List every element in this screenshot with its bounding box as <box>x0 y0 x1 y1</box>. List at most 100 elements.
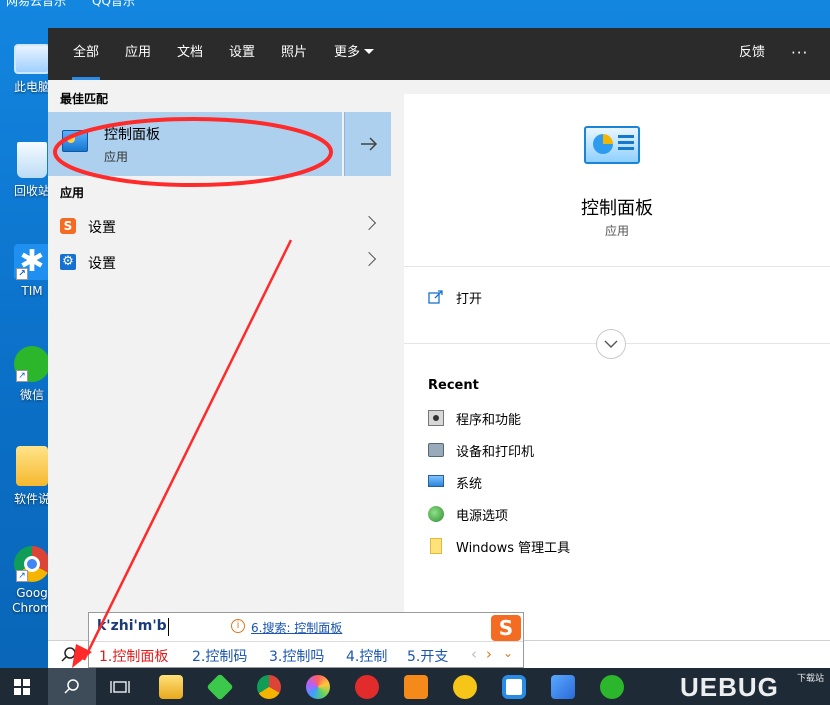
result-details-pane: 控制面板 应用 打开 Recent 程序和功能 设备和打印机 系统 电源选项 W… <box>404 94 830 668</box>
open-external-icon <box>428 290 443 304</box>
tab-settings[interactable]: 设置 <box>229 28 255 80</box>
ime-candidate-4[interactable]: 4.控制 <box>346 646 387 666</box>
chrome-icon: ↗ <box>14 546 50 582</box>
printer-icon <box>428 443 444 457</box>
tim-icon: ✱ ↗ <box>14 244 50 280</box>
more-options-button[interactable]: ··· <box>791 28 808 80</box>
recent-item[interactable]: 系统 <box>404 466 830 498</box>
programs-features-icon <box>428 410 444 426</box>
ime-prev-page-icon[interactable]: ‹ <box>471 645 477 663</box>
chrome-icon[interactable] <box>257 675 281 699</box>
desktop-icon-label: Goog Chrom <box>12 586 52 615</box>
recent-item-label: 设备和打印机 <box>456 445 535 460</box>
best-match-header: 最佳匹配 <box>60 92 109 106</box>
ime-search-hint[interactable]: 6.搜索: 控制面板 <box>251 619 342 636</box>
folder-icon <box>430 538 442 554</box>
info-icon: i <box>231 619 245 633</box>
taskbar: UEBUG 下载站 <box>0 668 830 705</box>
search-panel: 全部 应用 文档 设置 照片 更多 反馈 ··· 最佳匹配 控制面板 应用 应用… <box>48 28 830 668</box>
ime-candidate-1[interactable]: 1.控制面板 <box>99 646 168 666</box>
monitor-icon <box>14 44 50 74</box>
best-match-item[interactable]: 控制面板 应用 <box>48 112 342 176</box>
desktop-icon-wechat[interactable]: ↗ 微信 <box>12 346 52 403</box>
power-options-icon <box>428 506 444 522</box>
recent-item-label: 系统 <box>456 477 483 492</box>
qq-music-icon[interactable] <box>453 675 477 699</box>
desktop-icon-label: 微信 <box>19 388 44 402</box>
recent-item[interactable]: 电源选项 <box>404 498 830 530</box>
app-result-item[interactable]: S 设置 <box>48 208 388 244</box>
tab-more[interactable]: 更多 <box>334 28 375 80</box>
arrow-right-icon <box>361 137 378 151</box>
tab-apps[interactable]: 应用 <box>125 28 151 80</box>
search-icon <box>61 647 76 662</box>
ime-expand-icon[interactable]: ⌄ <box>503 646 513 660</box>
desktop-icon-chrome[interactable]: ↗ Goog Chrom <box>12 546 52 616</box>
divider <box>89 641 523 642</box>
app-result-label: 设置 <box>88 256 116 272</box>
desktop-icon-folder[interactable]: 软件说 <box>12 446 52 507</box>
desktop-top-strip: 网易云音乐 QQ音乐 <box>0 0 200 8</box>
file-explorer-icon[interactable] <box>159 675 183 699</box>
desktop-icon-label: 回收站 <box>13 184 50 198</box>
app-result-item[interactable]: ⚙ 设置 <box>48 244 388 280</box>
control-panel-large-icon <box>584 126 640 164</box>
ime-next-page-icon[interactable]: › <box>486 645 492 663</box>
text-cursor <box>168 618 169 636</box>
feedback-button[interactable]: 反馈 <box>739 28 765 80</box>
chevron-right-icon <box>361 251 377 267</box>
ime-candidate-2[interactable]: 2.控制码 <box>192 646 247 666</box>
top-strip-label-1: 网易云音乐 <box>6 0 67 8</box>
tab-documents[interactable]: 文档 <box>177 28 203 80</box>
ime-composition: k'zhi'm'b <box>97 618 167 634</box>
apps-header: 应用 <box>60 186 85 200</box>
desktop-icon-label: 软件说 <box>13 492 50 506</box>
recent-item[interactable]: 程序和功能 <box>404 402 830 434</box>
search-tab-bar: 全部 应用 文档 设置 照片 更多 反馈 ··· <box>48 28 830 80</box>
baidu-netdisk-icon[interactable] <box>502 675 526 699</box>
watermark-sub: 下载站 <box>797 674 825 684</box>
best-match-title: 控制面板 <box>104 127 160 143</box>
ime-candidate-5[interactable]: 5.开支 <box>407 646 448 666</box>
tab-more-label: 更多 <box>334 45 361 60</box>
chevron-down-icon <box>604 340 618 348</box>
details-subtitle: 应用 <box>604 224 629 238</box>
desktop-icon-this-pc[interactable]: 此电脑 <box>12 44 52 95</box>
netease-music-icon[interactable] <box>355 675 379 699</box>
best-match-expand-button[interactable] <box>344 112 391 176</box>
desktop-icon-label: TIM <box>21 284 43 298</box>
recent-item-label: 程序和功能 <box>456 413 522 428</box>
download-app-icon[interactable] <box>206 673 234 701</box>
recent-item-label: Windows 管理工具 <box>456 541 571 556</box>
tab-all[interactable]: 全部 <box>71 28 101 80</box>
control-panel-icon <box>62 130 88 152</box>
recent-item-label: 电源选项 <box>456 509 509 524</box>
desktop-icon-recycle-bin[interactable]: 回收站 <box>12 142 52 199</box>
desktop-icon-tim[interactable]: ✱ ↗ TIM <box>12 244 52 298</box>
ime-candidate-window: k'zhi'm'b i 6.搜索: 控制面板 S 1.控制面板 2.控制码 3.… <box>88 612 524 668</box>
open-action[interactable]: 打开 <box>404 280 830 316</box>
best-match-subtitle: 应用 <box>104 150 129 164</box>
results-list: 最佳匹配 控制面板 应用 应用 S 设置 ⚙ 设置 <box>48 80 403 668</box>
shortcut-arrow-icon: ↗ <box>16 370 28 382</box>
app-orange-icon[interactable] <box>404 675 428 699</box>
media-player-icon[interactable] <box>306 675 330 699</box>
wechat-icon: ↗ <box>14 346 50 382</box>
app-result-label: 设置 <box>88 220 116 236</box>
sogou-logo-icon: S <box>491 615 521 641</box>
tim-icon[interactable] <box>551 675 575 699</box>
tab-photos[interactable]: 照片 <box>281 28 307 80</box>
recent-item[interactable]: 设备和打印机 <box>404 434 830 466</box>
system-icon <box>428 475 444 487</box>
ime-candidate-3[interactable]: 3.控制吗 <box>269 646 324 666</box>
taskbar-search-button[interactable] <box>48 668 96 705</box>
top-strip-label-2: QQ音乐 <box>92 0 135 8</box>
windows-start-icon[interactable] <box>14 679 30 695</box>
chevron-right-icon <box>361 215 377 231</box>
task-view-icon[interactable] <box>110 679 130 695</box>
recent-item[interactable]: Windows 管理工具 <box>404 530 830 562</box>
wechat-icon[interactable] <box>600 675 624 699</box>
gear-icon: ⚙ <box>60 254 76 270</box>
expand-button[interactable] <box>596 329 626 359</box>
shortcut-arrow-icon: ↗ <box>16 570 28 582</box>
